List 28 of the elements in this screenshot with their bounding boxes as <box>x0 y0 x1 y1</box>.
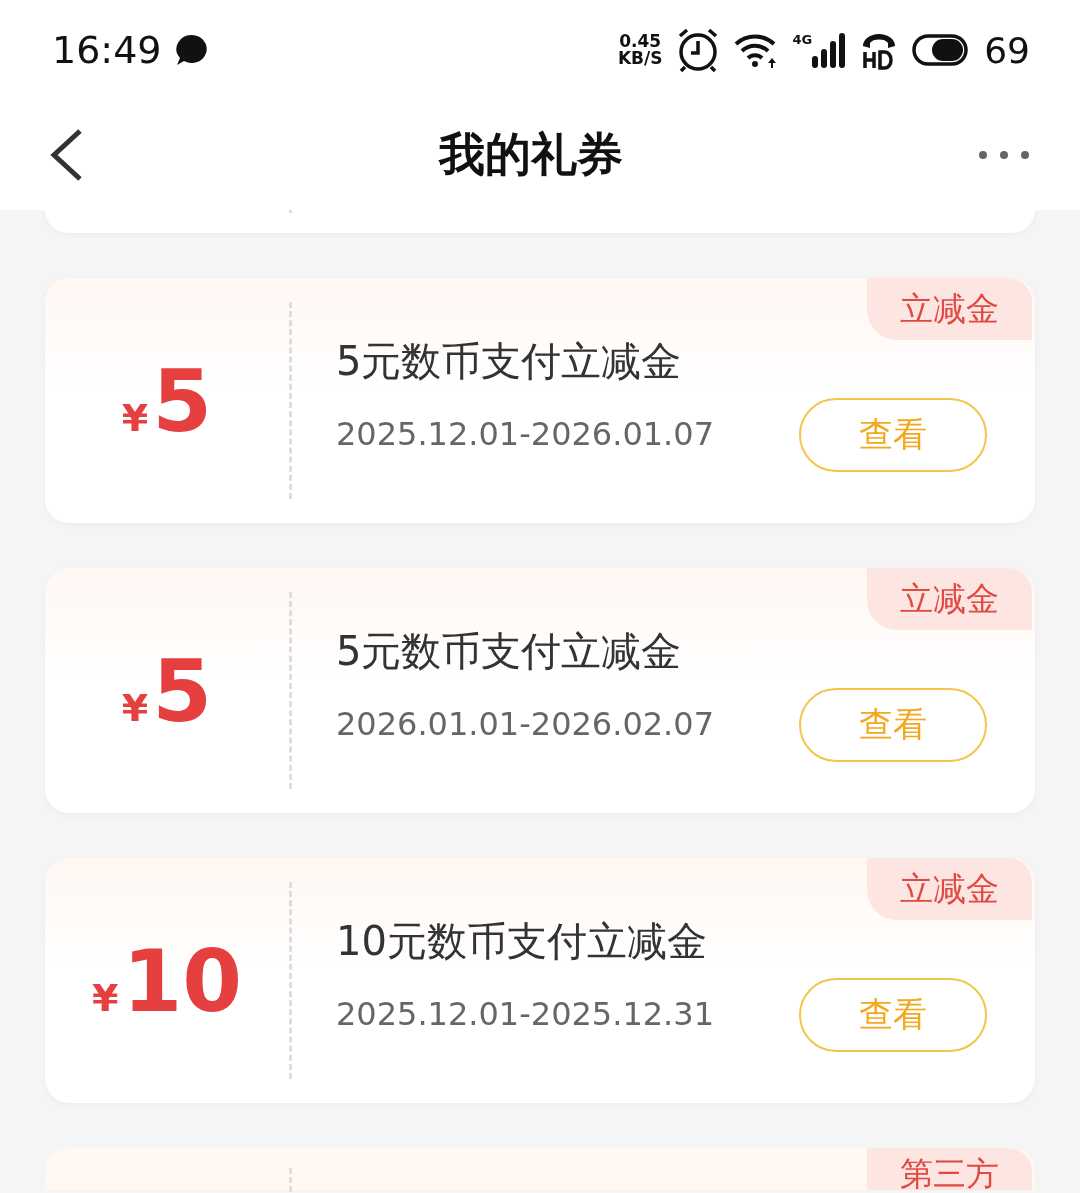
coupon-title: 10元数币支付立减金 <box>336 917 707 966</box>
coupon-tag: 立减金 <box>867 568 1032 630</box>
signal-icon <box>812 32 847 68</box>
coupon-amount: ¥10 <box>91 937 243 1024</box>
wifi-icon <box>734 32 779 68</box>
network-speed-unit: KB/S <box>617 50 663 67</box>
back-icon[interactable] <box>50 129 84 181</box>
page-title: 我的礼券 <box>439 126 623 183</box>
message-icon <box>173 32 210 68</box>
coupon-title: 5元数币支付立减金 <box>336 627 682 676</box>
coupon-validity: 2025.12.01-2025.12.31 <box>336 995 714 1033</box>
view-button[interactable]: 查看 <box>799 688 987 762</box>
coupon-validity: 2025.12.01-2026.01.07 <box>336 415 714 453</box>
coupon-amount: ¥5 <box>121 647 213 734</box>
coupon-tag: 立减金 <box>867 278 1032 340</box>
coupon-tag: 立减金 <box>867 858 1032 920</box>
view-button[interactable]: 查看 <box>799 398 987 472</box>
network-type: 4G <box>792 32 813 47</box>
coupon-title: 5元数币支付立减金 <box>336 337 682 386</box>
battery-icon <box>912 33 971 67</box>
more-icon[interactable] <box>978 149 1030 161</box>
view-button[interactable]: 查看 <box>799 978 987 1052</box>
coupon-amount: ¥5 <box>121 357 213 444</box>
battery-percent: 69 <box>984 29 1030 71</box>
coupon-tag: 第三方 <box>867 1148 1032 1190</box>
status-time: 16:49 <box>52 28 162 72</box>
network-speed: 0.45 <box>619 33 662 50</box>
coupon-validity: 2026.01.01-2026.02.07 <box>336 705 714 743</box>
